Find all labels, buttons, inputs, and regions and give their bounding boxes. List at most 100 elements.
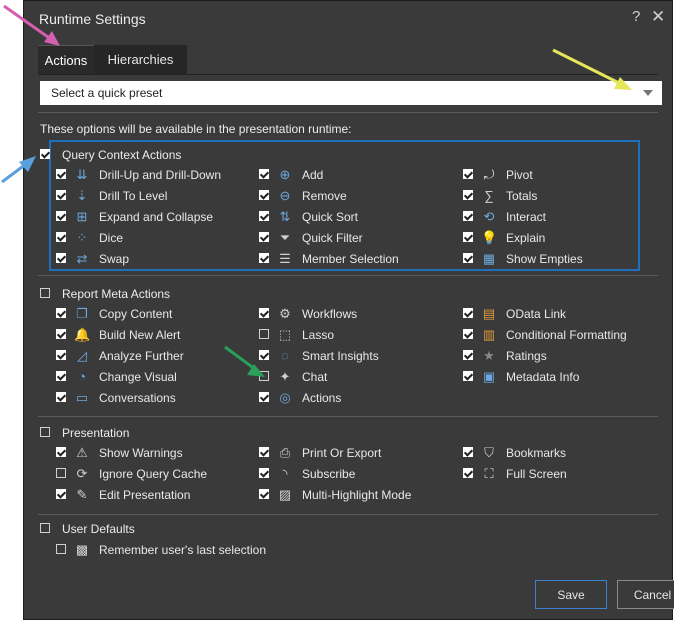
option-item[interactable]: ▩ Remember user's last selection bbox=[56, 541, 266, 559]
checkbox-checked[interactable] bbox=[463, 371, 473, 381]
checkbox-unchecked[interactable] bbox=[259, 371, 269, 381]
checkbox-unchecked[interactable] bbox=[40, 288, 50, 298]
checkbox-checked[interactable] bbox=[56, 447, 66, 457]
checkbox-checked[interactable] bbox=[40, 149, 50, 159]
close-icon[interactable]: ✕ bbox=[651, 7, 665, 27]
option-item[interactable]: ◝ Subscribe bbox=[259, 465, 454, 483]
option-item[interactable]: ⁘ Dice bbox=[56, 229, 251, 247]
option-item[interactable]: ▥ Conditional Formatting bbox=[463, 326, 658, 344]
checkbox-checked[interactable] bbox=[463, 211, 473, 221]
checkbox-unchecked[interactable] bbox=[56, 468, 66, 478]
option-item[interactable]: ⊞ Expand and Collapse bbox=[56, 208, 251, 226]
checkbox-checked[interactable] bbox=[463, 350, 473, 360]
option-item[interactable]: ▣ Metadata Info bbox=[463, 368, 658, 386]
quick-preset-select[interactable]: Select a quick preset bbox=[40, 81, 662, 105]
checkbox-unchecked[interactable] bbox=[56, 544, 66, 554]
option-item[interactable]: ⟲ Interact bbox=[463, 208, 658, 226]
section-presentation[interactable]: Presentation bbox=[40, 424, 340, 442]
tab-actions[interactable]: Actions bbox=[38, 45, 94, 74]
checkbox-checked[interactable] bbox=[56, 371, 66, 381]
option-item[interactable]: ✎ Edit Presentation bbox=[56, 486, 251, 504]
option-label: Expand and Collapse bbox=[99, 210, 214, 224]
option-item[interactable]: ▦ Show Empties bbox=[463, 250, 658, 268]
checkbox-checked[interactable] bbox=[259, 232, 269, 242]
option-item[interactable]: ▨ Multi-Highlight Mode bbox=[259, 486, 454, 504]
option-item[interactable]: ⤾ Pivot bbox=[463, 166, 658, 184]
cancel-button[interactable]: Cancel bbox=[617, 580, 674, 609]
option-item[interactable]: ⟳ Ignore Query Cache bbox=[56, 465, 251, 483]
checkbox-checked[interactable] bbox=[463, 468, 473, 478]
chevron-down-icon[interactable] bbox=[643, 90, 653, 96]
checkbox-checked[interactable] bbox=[56, 489, 66, 499]
checkbox-checked[interactable] bbox=[259, 211, 269, 221]
checkbox-checked[interactable] bbox=[259, 392, 269, 402]
section-user[interactable]: User Defaults bbox=[40, 520, 340, 538]
option-item[interactable]: ⛉ Bookmarks bbox=[463, 444, 658, 462]
option-item[interactable]: 💡 Explain bbox=[463, 229, 658, 247]
option-item[interactable]: ◿ Analyze Further bbox=[56, 347, 251, 365]
checkbox-checked[interactable] bbox=[56, 190, 66, 200]
checkbox-checked[interactable] bbox=[259, 190, 269, 200]
option-item[interactable]: ∑ Totals bbox=[463, 187, 658, 205]
rss-icon: ◝ bbox=[282, 466, 288, 481]
option-item[interactable]: ⇅ Quick Sort bbox=[259, 208, 454, 226]
option-item[interactable]: ⚠ Show Warnings bbox=[56, 444, 251, 462]
option-item[interactable]: ✦ Chat bbox=[259, 368, 454, 386]
tab-hierarchies[interactable]: Hierarchies bbox=[94, 45, 187, 74]
checkbox-unchecked[interactable] bbox=[40, 427, 50, 437]
checkbox-checked[interactable] bbox=[259, 468, 269, 478]
option-item[interactable]: ◌ Smart Insights bbox=[259, 347, 454, 365]
option-item[interactable]: ⊖ Remove bbox=[259, 187, 454, 205]
option-item[interactable]: ⇊ Drill-Up and Drill-Down bbox=[56, 166, 251, 184]
option-item[interactable]: 🔔 Build New Alert bbox=[56, 326, 251, 344]
option-item[interactable]: ⏷ Quick Filter bbox=[259, 229, 454, 247]
checkbox-checked[interactable] bbox=[259, 169, 269, 179]
section-label: Presentation bbox=[62, 426, 130, 440]
checkbox-checked[interactable] bbox=[463, 308, 473, 318]
checkbox-checked[interactable] bbox=[259, 489, 269, 499]
checkbox-checked[interactable] bbox=[56, 211, 66, 221]
option-item[interactable]: ▭ Conversations bbox=[56, 389, 251, 407]
checkbox-checked[interactable] bbox=[463, 253, 473, 263]
option-item[interactable]: ⚙ Workflows bbox=[259, 305, 454, 323]
checkbox-unchecked[interactable] bbox=[40, 523, 50, 533]
checkbox-checked[interactable] bbox=[56, 232, 66, 242]
help-icon[interactable]: ? bbox=[632, 8, 640, 25]
checkbox-checked[interactable] bbox=[56, 350, 66, 360]
save-button[interactable]: Save bbox=[535, 580, 607, 609]
option-item[interactable]: ⬚ Lasso bbox=[259, 326, 454, 344]
checkbox-unchecked[interactable] bbox=[259, 329, 269, 339]
option-item[interactable]: ❐ Copy Content bbox=[56, 305, 251, 323]
option-item[interactable]: ◔ Change Visual bbox=[56, 368, 251, 386]
checkbox-checked[interactable] bbox=[56, 169, 66, 179]
checkbox-checked[interactable] bbox=[56, 329, 66, 339]
checkbox-checked[interactable] bbox=[56, 392, 66, 402]
option-item[interactable]: ⎙ Print Or Export bbox=[259, 444, 454, 462]
checkbox-checked[interactable] bbox=[463, 447, 473, 457]
option-item[interactable]: ⊕ Add bbox=[259, 166, 454, 184]
option-item[interactable]: ★ Ratings bbox=[463, 347, 658, 365]
conversation-icon: ▭ bbox=[75, 390, 89, 405]
checkbox-checked[interactable] bbox=[56, 253, 66, 263]
section-query[interactable]: Query Context Actions bbox=[40, 146, 340, 164]
checkbox-checked[interactable] bbox=[259, 308, 269, 318]
section-meta[interactable]: Report Meta Actions bbox=[40, 285, 340, 303]
checkbox-checked[interactable] bbox=[259, 447, 269, 457]
tab-underline bbox=[38, 74, 658, 75]
option-item[interactable]: ▤ OData Link bbox=[463, 305, 658, 323]
option-item[interactable]: ◎ Actions bbox=[259, 389, 454, 407]
section-label: User Defaults bbox=[62, 522, 135, 536]
option-label: Conditional Formatting bbox=[506, 328, 627, 342]
option-item[interactable]: ⇄ Swap bbox=[56, 250, 251, 268]
checkbox-checked[interactable] bbox=[463, 232, 473, 242]
checkbox-checked[interactable] bbox=[259, 253, 269, 263]
checkbox-checked[interactable] bbox=[463, 329, 473, 339]
option-label: Ignore Query Cache bbox=[99, 467, 208, 481]
option-item[interactable]: ⛶ Full Screen bbox=[463, 465, 658, 483]
option-item[interactable]: ⇣ Drill To Level bbox=[56, 187, 251, 205]
checkbox-checked[interactable] bbox=[56, 308, 66, 318]
checkbox-checked[interactable] bbox=[463, 190, 473, 200]
checkbox-checked[interactable] bbox=[259, 350, 269, 360]
checkbox-checked[interactable] bbox=[463, 169, 473, 179]
option-item[interactable]: ☰ Member Selection bbox=[259, 250, 454, 268]
